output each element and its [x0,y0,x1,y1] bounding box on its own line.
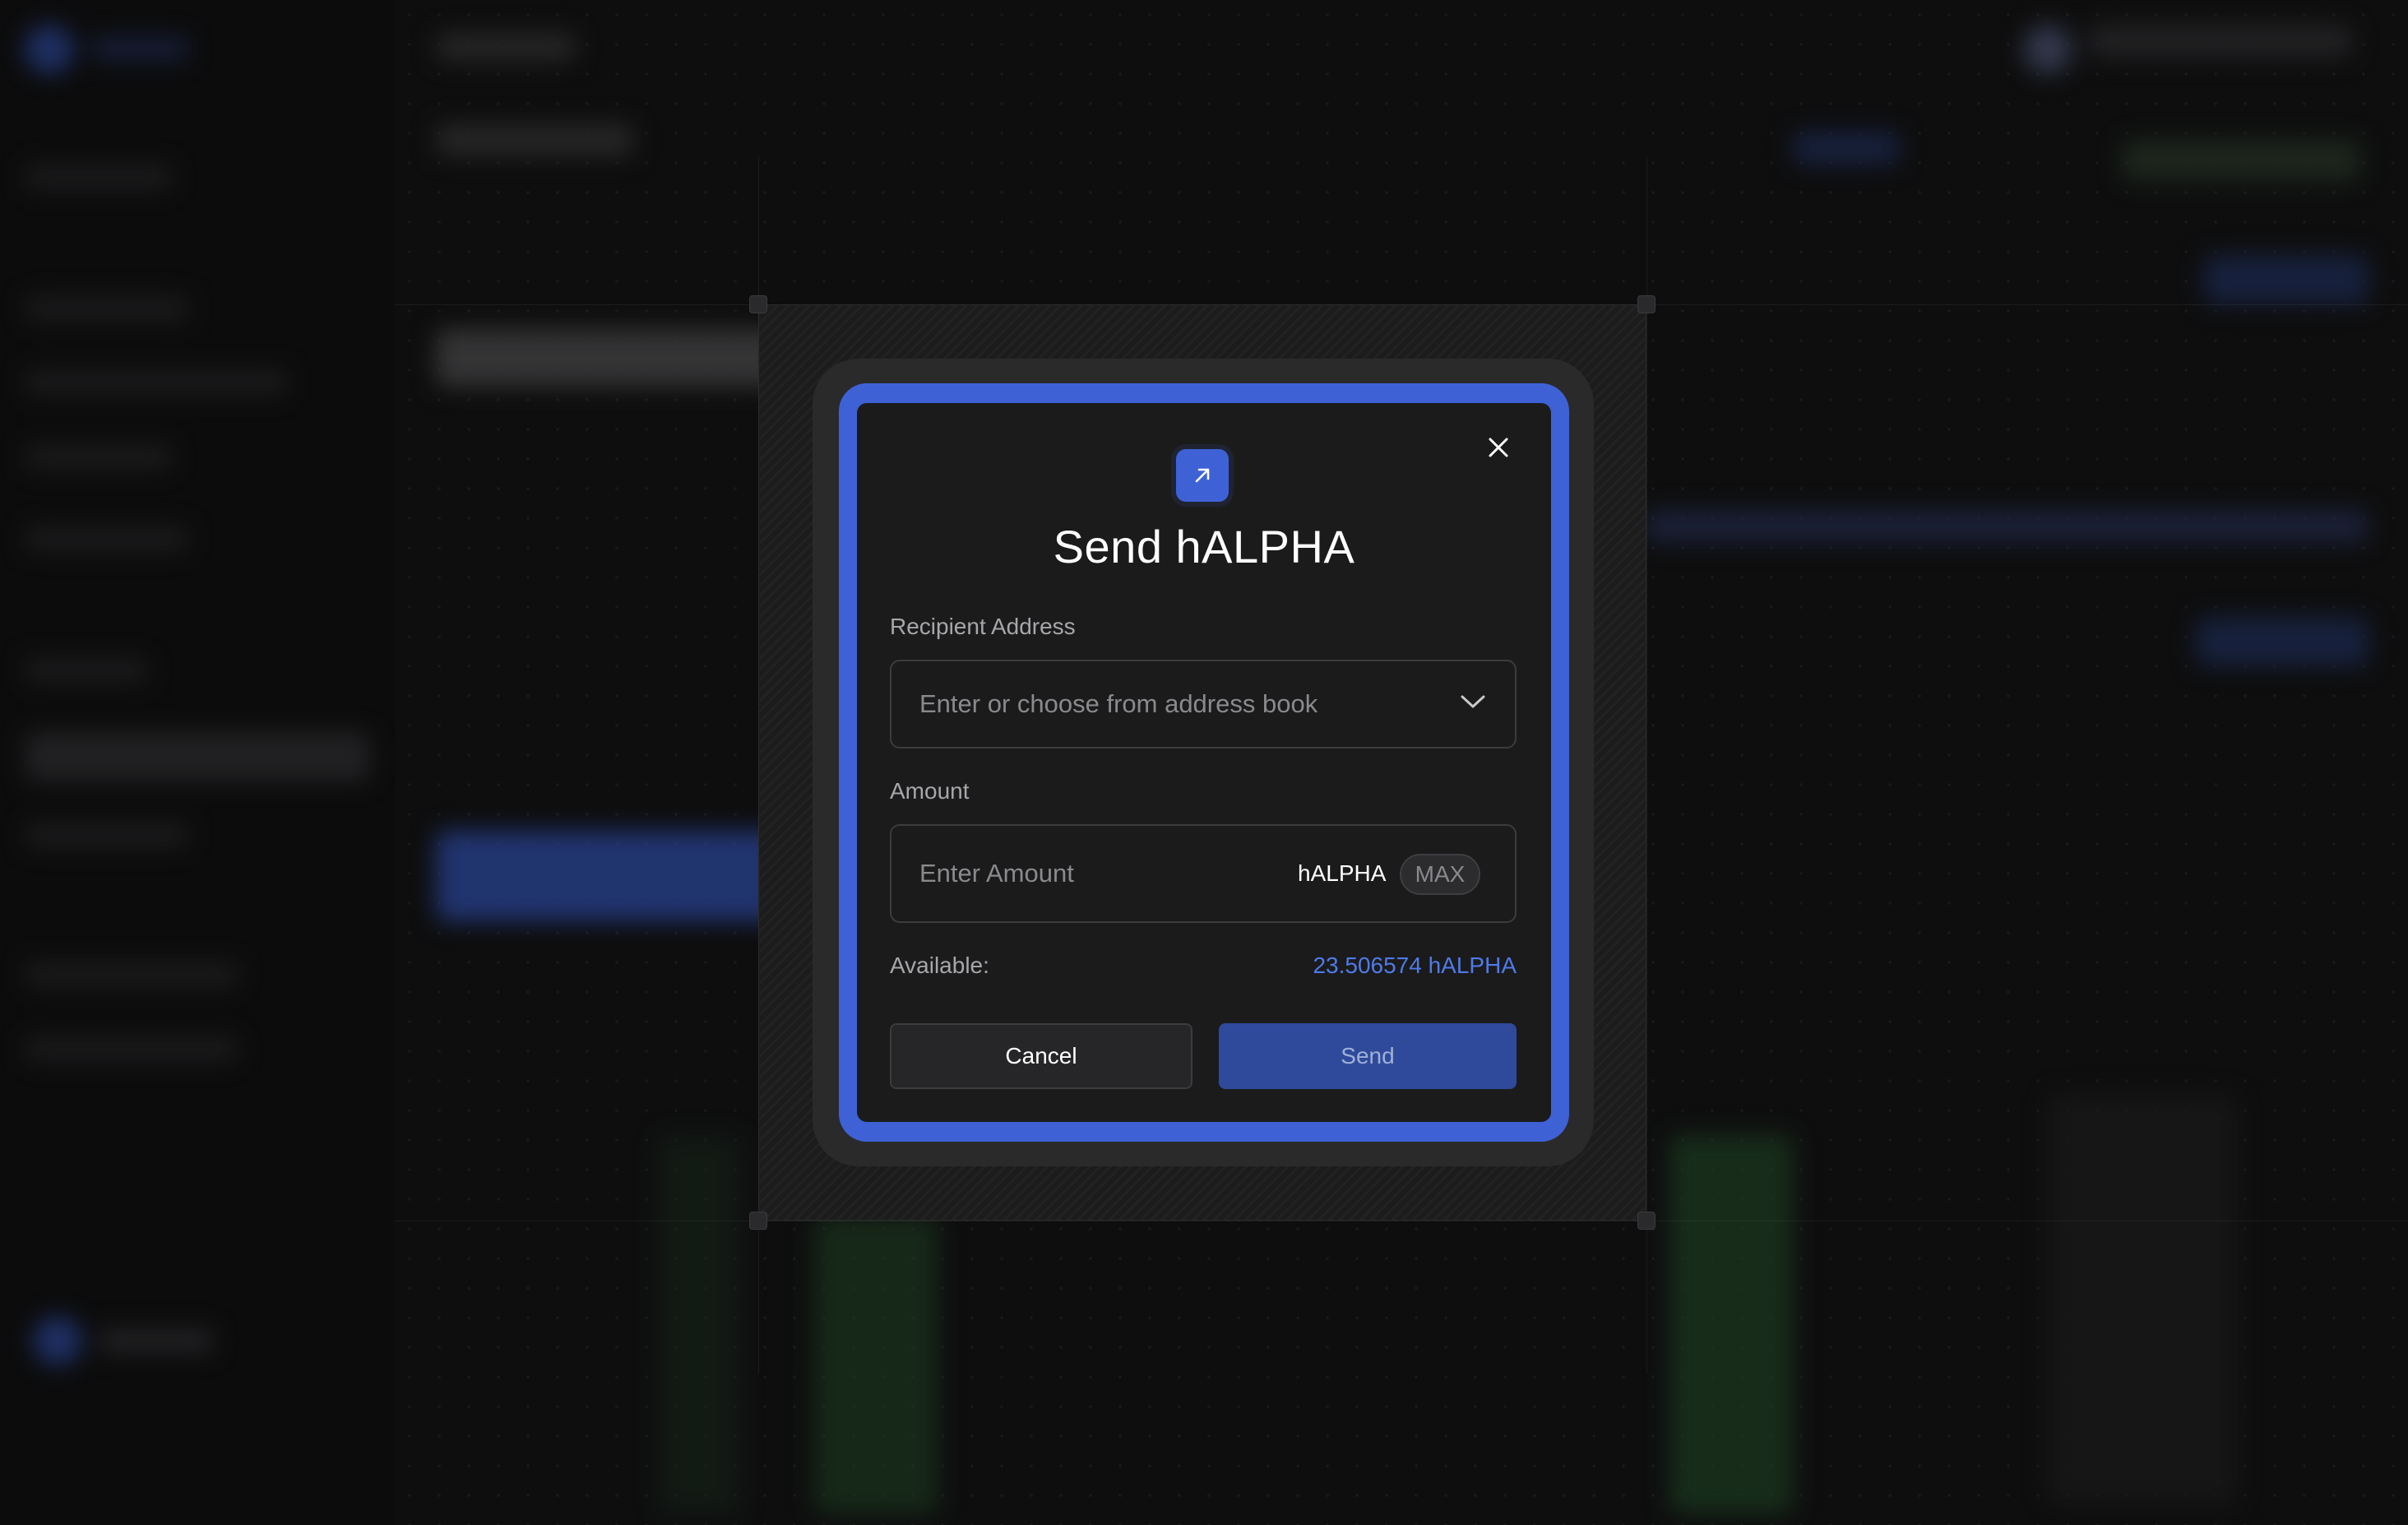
cancel-button[interactable]: Cancel [890,1023,1192,1089]
amount-placeholder: Enter Amount [919,859,1074,888]
guide-line [1646,156,1647,1374]
available-label: Available: [890,953,989,978]
frame-corner-handle [1637,1212,1656,1230]
recipient-address-placeholder: Enter or choose from address book [919,689,1318,718]
chevron-down-icon[interactable] [1459,693,1487,715]
arrow-up-right-icon [1176,449,1229,502]
recipient-address-label: Recipient Address [890,614,1076,639]
close-button[interactable] [1482,431,1515,464]
available-balance: 23.506574 hALPHA [1313,953,1517,978]
dialog-title: Send hALPHA [1053,521,1355,572]
amount-label: Amount [890,778,970,804]
max-button[interactable]: MAX [1400,854,1480,895]
close-icon [1489,438,1508,457]
send-button[interactable]: Send [1219,1023,1517,1089]
recipient-address-input[interactable]: Enter or choose from address book [890,660,1517,749]
frame-corner-handle [1637,295,1656,313]
amount-unit: hALPHA [1298,860,1387,886]
frame-corner-handle [749,1212,767,1230]
frame-corner-handle [749,295,767,313]
send-dialog [857,403,1551,1122]
amount-input[interactable]: Enter Amount hALPHA MAX [890,824,1517,923]
